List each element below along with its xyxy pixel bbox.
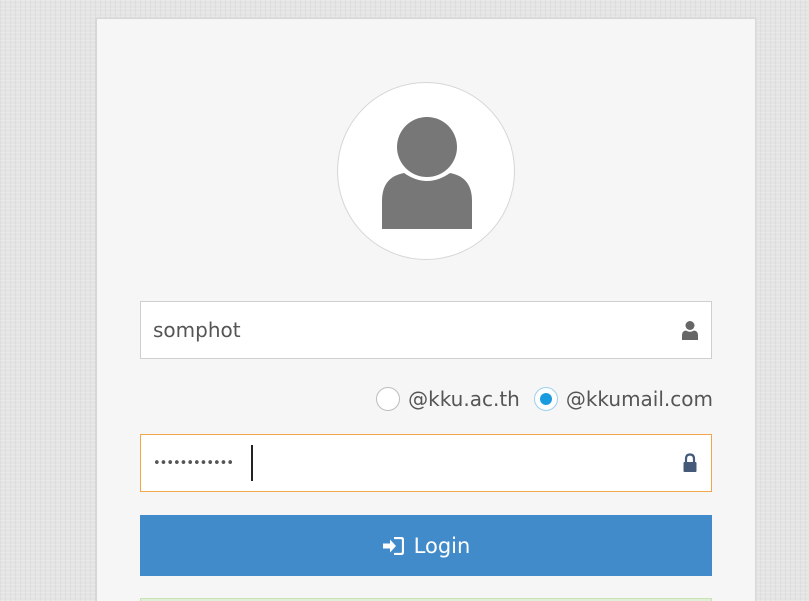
email-domain-selector: @kku.ac.th @kkumail.com <box>362 384 713 414</box>
radio-kku[interactable] <box>376 387 401 411</box>
user-silhouette-icon <box>382 117 472 229</box>
domain-label-kkumail: @kkumail.com <box>565 387 713 411</box>
radio-kkumail[interactable] <box>533 387 558 411</box>
password-field[interactable]: •••••••••••• <box>140 434 712 492</box>
login-button[interactable]: Login <box>140 515 712 576</box>
user-icon <box>682 320 698 344</box>
username-value: somphot <box>153 318 241 342</box>
avatar <box>337 82 515 260</box>
text-caret <box>251 445 253 481</box>
lock-icon <box>682 453 698 477</box>
login-card: somphot @kku.ac.th @kkumail.com ••••••••… <box>96 18 756 601</box>
domain-option-kkumail[interactable]: @kkumail.com <box>533 387 713 411</box>
username-field[interactable]: somphot <box>140 301 712 359</box>
login-button-label: Login <box>413 533 471 558</box>
domain-option-kku[interactable]: @kku.ac.th <box>376 387 520 411</box>
sign-in-icon <box>382 536 404 555</box>
domain-label-kku: @kku.ac.th <box>408 387 520 411</box>
password-value: •••••••••••• <box>153 456 234 471</box>
